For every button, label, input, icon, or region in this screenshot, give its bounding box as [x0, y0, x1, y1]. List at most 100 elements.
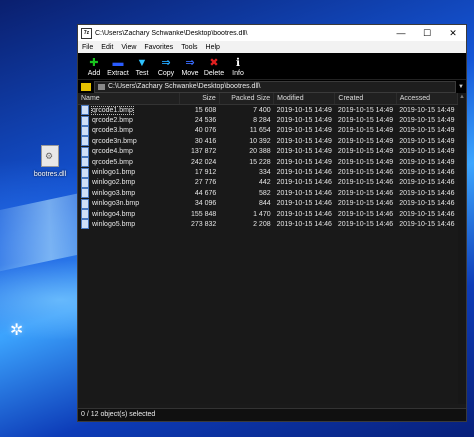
- file-name: qrcode4.bmp: [92, 148, 133, 156]
- file-accessed: 2019-10-15 14:46: [399, 210, 455, 218]
- file-row[interactable]: qrcode4.bmp 137 872 20 388 2019-10-15 14:49…: [78, 146, 458, 157]
- delete-icon: ✖: [209, 57, 219, 69]
- minimize-button[interactable]: —: [388, 25, 414, 41]
- file-name: winlogo3.bmp: [92, 189, 136, 197]
- file-accessed: 2019-10-15 14:46: [399, 220, 455, 228]
- file-created: 2019-10-15 14:49: [337, 158, 394, 166]
- close-button[interactable]: ✕: [440, 25, 466, 41]
- file-accessed: 2019-10-15 14:46: [399, 200, 455, 208]
- menu-edit[interactable]: Edit: [97, 44, 117, 51]
- bmp-file-icon: [81, 105, 89, 116]
- file-row[interactable]: winlogo4.bmp 155 848 1 470 2019-10-15 14:46…: [78, 209, 458, 220]
- file-modified: 2019-10-15 14:49: [276, 127, 332, 135]
- file-name: winlogo4.bmp: [92, 210, 136, 218]
- scroll-up-icon[interactable]: ▲: [458, 93, 466, 101]
- file-name: winlogo2.bmp: [92, 179, 136, 187]
- file-created: 2019-10-15 14:46: [337, 179, 394, 187]
- column-name[interactable]: Name: [78, 93, 181, 105]
- toolbar-label: Add: [87, 70, 101, 77]
- file-size: 30 416: [194, 137, 217, 145]
- desktop-icon-label: bootres.dll: [33, 171, 67, 178]
- menu-tools[interactable]: Tools: [177, 44, 201, 51]
- file-packed-size: 7 400: [253, 106, 271, 114]
- dll-file-icon: [41, 145, 59, 167]
- bmp-file-icon: [81, 167, 89, 178]
- file-packed-size: 20 388: [249, 148, 271, 156]
- file-accessed: 2019-10-15 14:49: [399, 106, 455, 114]
- file-size: 27 776: [194, 179, 217, 187]
- archive-icon: [98, 83, 105, 90]
- add-icon: ✚: [89, 57, 99, 69]
- file-size: 40 076: [194, 127, 217, 135]
- file-name-cell: winlogo1.bmp: [78, 167, 180, 178]
- file-row[interactable]: qrcode3n.bmp 30 416 10 392 2019-10-15 14:49…: [78, 136, 458, 147]
- file-row[interactable]: winlogo3n.bmp 34 096 844 2019-10-15 14:46 20…: [78, 198, 458, 209]
- copy-button[interactable]: ⇒ Copy: [154, 57, 178, 79]
- address-field[interactable]: C:\Users\Zachary Schwanke\Desktop\bootre…: [94, 80, 456, 93]
- file-created: 2019-10-15 14:49: [337, 106, 394, 114]
- file-row[interactable]: qrcode3.bmp 40 076 11 654 2019-10-15 14:49 2…: [78, 125, 458, 136]
- file-accessed: 2019-10-15 14:49: [399, 127, 455, 135]
- file-name-cell: winlogo4.bmp: [78, 209, 180, 220]
- file-accessed: 2019-10-15 14:46: [399, 169, 455, 177]
- column-packed-size[interactable]: Packed Size: [219, 93, 275, 105]
- column-size[interactable]: Size: [179, 93, 220, 105]
- extract-button[interactable]: ▬ Extract: [106, 57, 130, 79]
- bmp-file-icon: [81, 219, 89, 230]
- test-icon: ▼: [136, 57, 148, 69]
- menu-view[interactable]: View: [117, 44, 140, 51]
- file-name-cell: winlogo2.bmp: [78, 177, 180, 188]
- desktop-file-icon[interactable]: bootres.dll: [30, 145, 70, 178]
- add-button[interactable]: ✚ Add: [82, 57, 106, 79]
- move-button[interactable]: ⇒ Move: [178, 57, 202, 79]
- info-button[interactable]: ℹ Info: [226, 57, 250, 79]
- title-bar[interactable]: 7z C:\Users\Zachary Schwanke\Desktop\boo…: [78, 25, 466, 41]
- file-accessed: 2019-10-15 14:46: [399, 179, 455, 187]
- toolbar-label: Info: [232, 70, 244, 77]
- column-accessed[interactable]: Accessed: [396, 93, 459, 105]
- column-created[interactable]: Created: [334, 93, 397, 105]
- file-row[interactable]: qrcode2.bmp 24 536 8 284 2019-10-15 14:49 20…: [78, 115, 458, 126]
- window-title: C:\Users\Zachary Schwanke\Desktop\bootre…: [95, 29, 248, 37]
- menu-file[interactable]: File: [78, 44, 97, 51]
- file-row[interactable]: qrcode5.bmp 242 024 15 228 2019-10-15 14:49…: [78, 157, 458, 168]
- file-created: 2019-10-15 14:49: [337, 137, 394, 145]
- bmp-file-icon: [81, 177, 89, 188]
- address-path: C:\Users\Zachary Schwanke\Desktop\bootre…: [108, 82, 261, 90]
- file-name-cell: qrcode2.bmp: [78, 115, 180, 126]
- copy-icon: ⇒: [161, 57, 171, 69]
- file-packed-size: 582: [258, 189, 271, 197]
- menu-bar: File Edit View Favorites Tools Help: [78, 41, 466, 53]
- test-button[interactable]: ▼ Test: [130, 57, 154, 79]
- file-row[interactable]: winlogo2.bmp 27 776 442 2019-10-15 14:46 201…: [78, 177, 458, 188]
- menu-favorites[interactable]: Favorites: [140, 44, 177, 51]
- file-packed-size: 2 208: [253, 220, 271, 228]
- file-list: Name Size Packed Size Modified Created A…: [78, 93, 466, 404]
- file-row[interactable]: winlogo1.bmp 17 912 334 2019-10-15 14:46 201…: [78, 167, 458, 178]
- file-row[interactable]: winlogo3.bmp 44 676 582 2019-10-15 14:46 201…: [78, 188, 458, 199]
- toolbar: ✚ Add ▬ Extract ▼ Test ⇒ Copy ⇒ Move ✖ Delete ℹ Info: [78, 53, 466, 79]
- delete-button[interactable]: ✖ Delete: [202, 57, 226, 79]
- file-size: 273 832: [191, 220, 217, 228]
- file-size: 24 536: [194, 117, 217, 125]
- file-row[interactable]: winlogo5.bmp 273 832 2 208 2019-10-15 14:46…: [78, 219, 458, 230]
- file-size: 34 096: [194, 200, 217, 208]
- file-size: 17 912: [194, 169, 217, 177]
- file-size: 137 872: [191, 148, 217, 156]
- bmp-file-icon: [81, 146, 89, 157]
- file-row[interactable]: qrcode1.bmp 15 608 7 400 2019-10-15 14:49 20…: [78, 105, 458, 116]
- toolbar-label: Copy: [157, 70, 175, 77]
- maximize-button[interactable]: ☐: [414, 25, 440, 41]
- file-size: 44 676: [194, 189, 217, 197]
- file-name: winlogo5.bmp: [92, 220, 136, 228]
- chevron-down-icon[interactable]: ▼: [456, 84, 466, 90]
- file-accessed: 2019-10-15 14:46: [399, 189, 455, 197]
- up-folder-icon[interactable]: [81, 82, 91, 91]
- column-modified[interactable]: Modified: [273, 93, 336, 105]
- menu-help[interactable]: Help: [202, 44, 224, 51]
- vertical-scrollbar[interactable]: ▲: [458, 93, 466, 404]
- toolbar-label: Extract: [107, 70, 129, 77]
- file-name-cell: qrcode3n.bmp: [78, 136, 180, 147]
- bmp-file-icon: [81, 125, 89, 136]
- file-packed-size: 10 392: [249, 137, 271, 145]
